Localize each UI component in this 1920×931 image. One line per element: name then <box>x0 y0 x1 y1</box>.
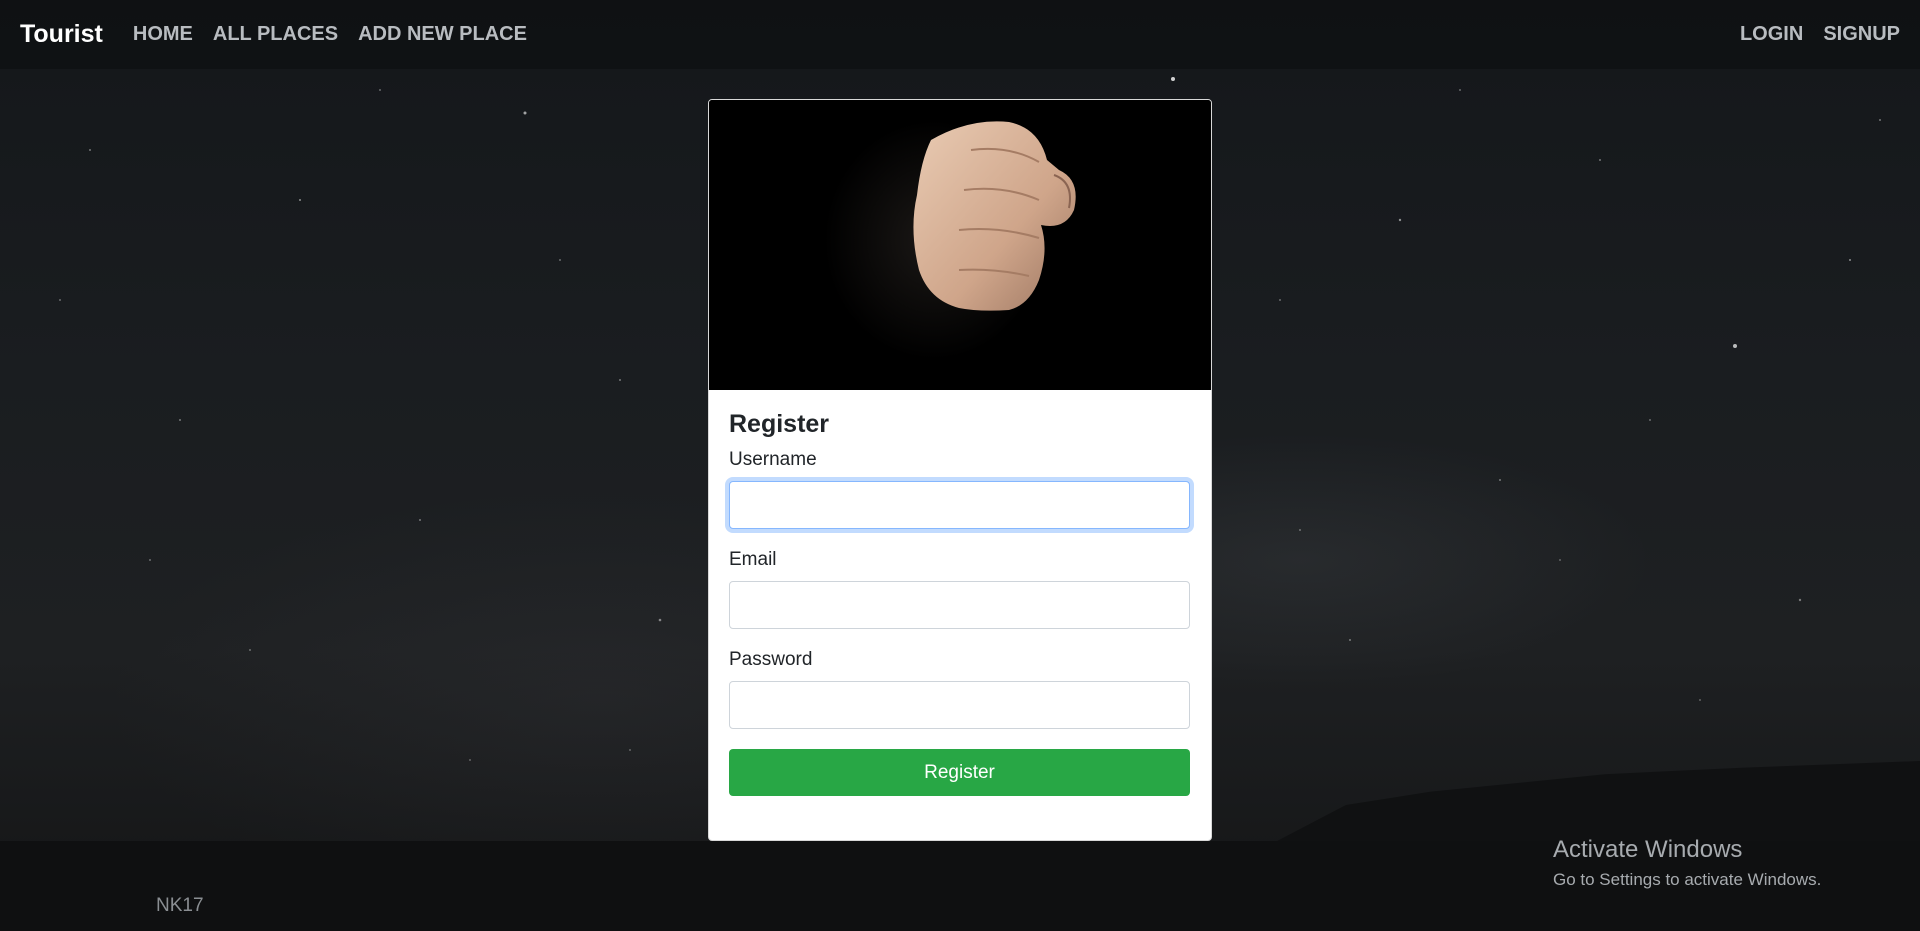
nav-login[interactable]: LOGIN <box>1740 23 1803 46</box>
email-input[interactable] <box>729 581 1190 629</box>
nav-right-group: LOGIN SIGNUP <box>1720 23 1900 46</box>
fist-photo-icon <box>709 100 1211 390</box>
password-input[interactable] <box>729 681 1190 729</box>
navbar: Tourist HOME ALL PLACES ADD NEW PLACE LO… <box>0 0 1920 69</box>
footer-credit: NK17 <box>156 895 204 916</box>
card-image <box>709 100 1211 390</box>
email-label: Email <box>729 549 777 570</box>
nav-signup[interactable]: SIGNUP <box>1823 23 1900 46</box>
username-label: Username <box>729 449 817 470</box>
activate-subtitle: Go to Settings to activate Windows. <box>1553 870 1822 889</box>
nav-all-places[interactable]: ALL PLACES <box>213 23 338 46</box>
brand-logo[interactable]: Tourist <box>20 20 103 49</box>
register-card: Register Username Email Password Registe… <box>708 99 1212 841</box>
password-label: Password <box>729 649 813 670</box>
form-title: Register <box>729 410 830 438</box>
nav-home[interactable]: HOME <box>133 23 193 46</box>
register-button[interactable]: Register <box>729 749 1190 796</box>
username-input[interactable] <box>729 481 1190 529</box>
activate-windows-watermark: Activate Windows Go to Settings to activ… <box>1553 836 1821 890</box>
activate-title: Activate Windows <box>1553 836 1743 863</box>
card-body: Register Username Email Password Registe… <box>709 390 1211 816</box>
nav-add-new-place[interactable]: ADD NEW PLACE <box>358 23 527 46</box>
